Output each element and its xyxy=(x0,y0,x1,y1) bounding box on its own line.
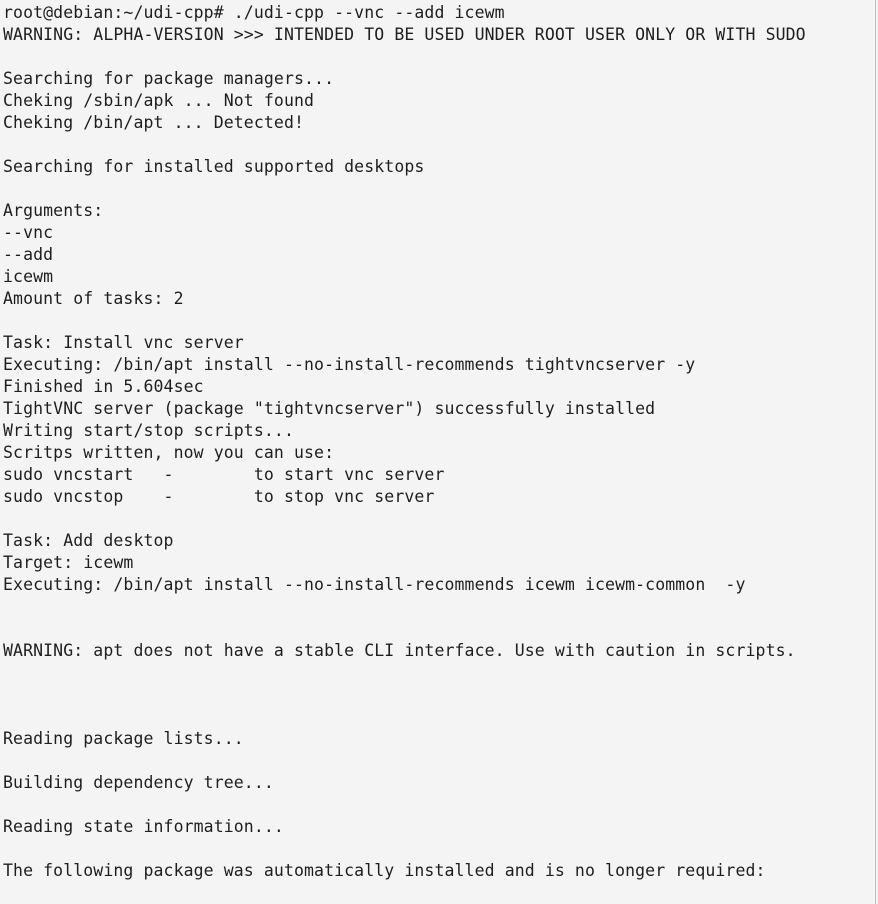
terminal-line: Task: Add desktop xyxy=(3,531,174,550)
terminal-line: The following package was automatically … xyxy=(3,861,766,880)
terminal-line: TightVNC server (package "tightvncserver… xyxy=(3,399,656,418)
terminal-line: Cheking /bin/apt ... Detected! xyxy=(3,113,305,132)
terminal-line: sudo vncstop - to stop vnc server xyxy=(3,487,435,506)
terminal-line: Searching for package managers... xyxy=(3,69,335,88)
terminal-line: Reading package lists... xyxy=(3,729,244,748)
terminal-line: Amount of tasks: 2 xyxy=(3,289,184,308)
terminal-output[interactable]: root@debian:~/udi-cpp# ./udi-cpp --vnc -… xyxy=(0,0,876,904)
terminal-line: Target: icewm xyxy=(3,553,134,572)
terminal-line: Scritps written, now you can use: xyxy=(3,443,335,462)
terminal-line: root@debian:~/udi-cpp# ./udi-cpp --vnc -… xyxy=(3,3,505,22)
terminal-line: Writing start/stop scripts... xyxy=(3,421,294,440)
terminal-line: Executing: /bin/apt install --no-install… xyxy=(3,575,746,594)
terminal-line: WARNING: apt does not have a stable CLI … xyxy=(3,641,796,660)
terminal-line: --vnc xyxy=(3,223,54,242)
terminal-line: Executing: /bin/apt install --no-install… xyxy=(3,355,696,374)
terminal-line: Finished in 5.604sec xyxy=(3,377,204,396)
terminal-line: icewm xyxy=(3,267,54,286)
terminal-line: --add xyxy=(3,245,54,264)
terminal-line: Searching for installed supported deskto… xyxy=(3,157,425,176)
terminal-line: Reading state information... xyxy=(3,817,284,836)
terminal-line: Arguments: xyxy=(3,201,104,220)
terminal-line: Building dependency tree... xyxy=(3,773,274,792)
terminal-line: WARNING: ALPHA-VERSION >>> INTENDED TO B… xyxy=(3,25,806,44)
terminal-line: Cheking /sbin/apk ... Not found xyxy=(3,91,315,110)
terminal-line: sudo vncstart - to start vnc server xyxy=(3,465,445,484)
terminal-line: Task: Install vnc server xyxy=(3,333,244,352)
